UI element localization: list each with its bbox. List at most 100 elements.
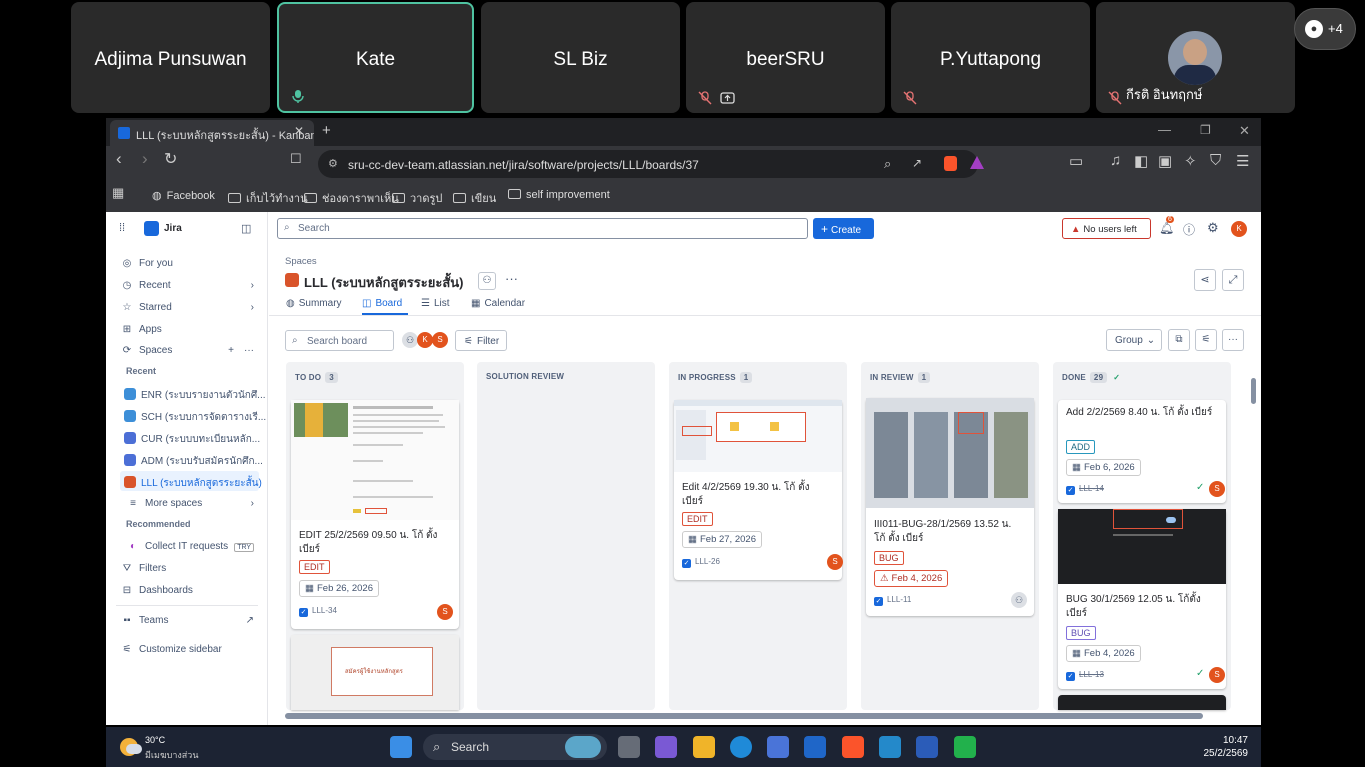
- breadcrumb[interactable]: Spaces: [285, 256, 317, 267]
- vpn-icon[interactable]: ⛉: [1210, 152, 1221, 169]
- sidebar-item-teams[interactable]: ▪▪ Teams ↗: [120, 615, 254, 626]
- clock-time[interactable]: 10:47: [1194, 735, 1248, 746]
- filter-button[interactable]: ⚟ Filter: [455, 330, 507, 351]
- weather-text[interactable]: มีเมฆบางส่วน: [145, 748, 198, 762]
- restore-icon[interactable]: ❐: [1200, 123, 1211, 137]
- bookmark-folder[interactable]: self improvement: [508, 189, 610, 201]
- unassigned-avatar-icon[interactable]: ⚇: [1011, 592, 1027, 608]
- search-board-input[interactable]: ⌕ Search board: [285, 330, 394, 351]
- back-icon[interactable]: ‹: [116, 149, 122, 169]
- vertical-scrollbar[interactable]: [1250, 362, 1256, 710]
- minimize-icon[interactable]: —: [1158, 122, 1171, 137]
- sidebar-toggle-icon[interactable]: ▭: [1069, 152, 1083, 170]
- site-settings-icon[interactable]: ⚙: [328, 157, 338, 170]
- media-icon[interactable]: ♫: [1110, 152, 1121, 169]
- participant-tile[interactable]: P.Yuttapong: [891, 2, 1090, 113]
- issue-card[interactable]: EDIT 25/2/2569 09.50 น. โก้ ตั้ง เบียร์ …: [291, 400, 459, 629]
- brave-icon[interactable]: [842, 736, 864, 758]
- assignee-avatar[interactable]: S: [1209, 481, 1225, 497]
- search-input[interactable]: ⌕ Search: [277, 218, 808, 239]
- sidebar-item-starred[interactable]: ☆ Starred ›: [120, 302, 254, 313]
- forward-icon[interactable]: ›: [142, 149, 148, 169]
- more-participants-button[interactable]: ● +4: [1294, 8, 1356, 50]
- assignee-avatar[interactable]: S: [1209, 667, 1225, 683]
- settings-icon[interactable]: ⚙: [1207, 220, 1219, 236]
- issue-card[interactable]: BUG 30/1/2569 12.05 น. โก้ตั้ง เบียร์ BU…: [1058, 509, 1226, 689]
- bookmark-icon[interactable]: ☐: [290, 151, 302, 167]
- copilot-icon[interactable]: [655, 736, 677, 758]
- user-avatar[interactable]: S: [432, 332, 448, 348]
- tab-calendar[interactable]: ▦ Calendar: [471, 298, 525, 309]
- sidebar-item-for-you[interactable]: ◎ For you: [120, 258, 173, 269]
- card-key[interactable]: ✓ LLL-34: [299, 606, 337, 617]
- help-icon[interactable]: ⓘ: [1183, 221, 1195, 238]
- create-button[interactable]: + Create: [813, 218, 874, 239]
- sidebar-project-lll[interactable]: LLL (ระบบหลักสูตรระยะสั้น): [124, 476, 262, 491]
- issue-card[interactable]: III011-BUG-28/1/2569 13.52 น. โก้ ตั้ง เ…: [866, 398, 1034, 616]
- wallet-icon[interactable]: ▣: [1158, 152, 1172, 170]
- more-icon[interactable]: ···: [1222, 329, 1244, 351]
- sidebar-item-apps[interactable]: ⊞ Apps: [120, 324, 162, 335]
- brave-rewards-icon[interactable]: [970, 156, 984, 169]
- notifications-icon[interactable]: 🔔︎: [1159, 221, 1174, 235]
- people-icon[interactable]: ⚇: [478, 272, 496, 290]
- word-icon[interactable]: [916, 736, 938, 758]
- bookmark-folder[interactable]: เขียน: [453, 189, 496, 207]
- bookmark-folder[interactable]: วาดรูป: [392, 189, 442, 207]
- participant-tile-active[interactable]: Kate: [277, 2, 474, 113]
- close-tab-icon[interactable]: ✕: [294, 124, 304, 138]
- line-icon[interactable]: [954, 736, 976, 758]
- sidebar-project-sch[interactable]: SCH (ระบบการจัดตารางเรี...: [124, 410, 266, 425]
- view-settings-icon[interactable]: ⚟: [1195, 329, 1217, 351]
- start-icon[interactable]: [390, 736, 412, 758]
- insights-icon[interactable]: ⧉: [1168, 329, 1190, 351]
- url-bar[interactable]: ⚙ sru-cc-dev-team.atlassian.net/jira/sof…: [318, 150, 984, 178]
- share-icon[interactable]: ⋖: [1194, 269, 1216, 291]
- unassigned-avatar[interactable]: ⚇: [402, 332, 418, 348]
- tab-summary[interactable]: ◍ Summary: [286, 298, 342, 309]
- sidebar-item-spaces[interactable]: ⟳ Spaces + ···: [120, 345, 254, 356]
- sidebar-project-adm[interactable]: ADM (ระบบรับสมัครนักศึก...: [124, 454, 263, 469]
- group-dropdown[interactable]: Group ⌄: [1106, 329, 1162, 351]
- sidebar-item-filters[interactable]: ⛛ Filters: [120, 563, 166, 574]
- issue-card[interactable]: สมัครผู้ใช้งานหลักสูตร: [291, 635, 459, 710]
- zoom-icon[interactable]: ⌕: [884, 156, 891, 172]
- no-users-banner[interactable]: ▲ No users left: [1062, 218, 1151, 239]
- tab-board[interactable]: ◫ Board: [362, 298, 402, 309]
- vscode-icon[interactable]: [879, 736, 901, 758]
- card-key[interactable]: ✓ LLL-26: [682, 557, 720, 568]
- participant-tile[interactable]: SL Biz: [481, 2, 680, 113]
- participant-tile[interactable]: กีรติ อินทฤกษ์: [1096, 2, 1295, 113]
- bookmark-facebook[interactable]: ◍ Facebook: [152, 189, 215, 202]
- leo-icon[interactable]: ✧: [1184, 152, 1197, 170]
- profile-avatar[interactable]: K: [1231, 221, 1247, 237]
- assignee-avatar[interactable]: S: [437, 604, 453, 620]
- collapse-sidebar-icon[interactable]: ◫: [241, 222, 251, 235]
- store-icon[interactable]: [767, 736, 789, 758]
- sidebar-project-enr[interactable]: ENR (ระบบรายงานตัวนักศึ...: [124, 388, 266, 403]
- more-icon[interactable]: ···: [244, 345, 254, 356]
- card-key[interactable]: ✓ LLL-11: [874, 595, 911, 606]
- tab-list[interactable]: ☰ List: [421, 298, 450, 309]
- issue-card[interactable]: Edit 4/2/2569 19.30 น. โก้ ตั้ง เบียร์ E…: [674, 400, 843, 580]
- clock-date[interactable]: 25/2/2569: [1194, 748, 1249, 759]
- app-switcher-icon[interactable]: ⁞⁞: [119, 222, 125, 234]
- close-window-icon[interactable]: ✕: [1239, 123, 1250, 139]
- more-actions-icon[interactable]: ···: [505, 271, 518, 286]
- menu-icon[interactable]: ☰: [1236, 152, 1249, 170]
- reading-list-icon[interactable]: ◧: [1134, 152, 1148, 170]
- edge-icon[interactable]: [730, 736, 752, 758]
- participant-tile[interactable]: Adjima Punsuwan: [71, 2, 270, 113]
- sidebar-customize[interactable]: ⚟ Customize sidebar: [120, 644, 222, 655]
- brave-shield-icon[interactable]: [944, 156, 957, 171]
- sidebar-collect-it[interactable]: ◐ Collect IT requests TRY: [126, 541, 255, 552]
- file-explorer-icon[interactable]: [693, 736, 715, 758]
- sidebar-more-spaces[interactable]: ≡ More spaces ›: [126, 498, 254, 509]
- weather-temp[interactable]: 30°C: [145, 735, 165, 745]
- new-tab-icon[interactable]: +: [322, 122, 331, 139]
- apps-grid-icon[interactable]: ▦: [112, 185, 124, 201]
- outlook-icon[interactable]: [804, 736, 826, 758]
- card-key[interactable]: ✓ LLL-13: [1066, 670, 1104, 681]
- bookmark-folder[interactable]: ช่องดาราพาเห็น: [304, 189, 399, 207]
- reload-icon[interactable]: ↻: [164, 149, 177, 169]
